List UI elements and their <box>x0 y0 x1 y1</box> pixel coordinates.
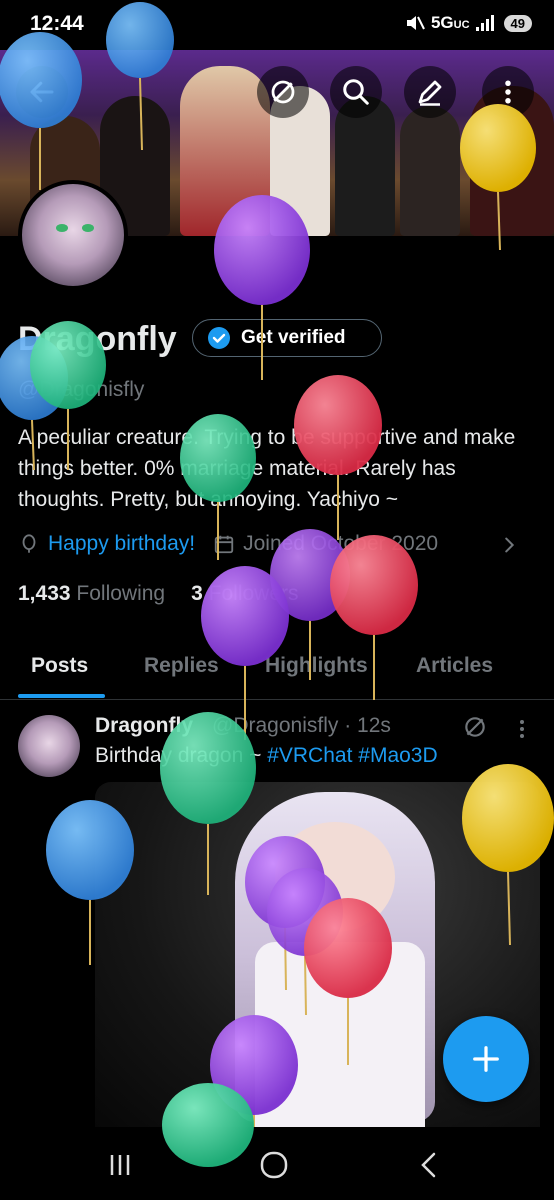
search-button[interactable] <box>330 66 382 118</box>
calendar-icon <box>214 535 234 554</box>
tab-replies[interactable]: Replies <box>144 654 219 678</box>
grok-icon <box>271 80 295 104</box>
post-text: Birthday dragon ~ #VRChat #Mao3D <box>95 744 438 768</box>
joined-date: Joined October 2020 <box>243 532 439 555</box>
post-author-name[interactable]: Dragonfly <box>95 714 193 738</box>
post-text-body: Birthday dragon ~ <box>95 744 268 767</box>
following-link[interactable]: 1,433 Following <box>18 582 165 606</box>
back-chevron-icon[interactable] <box>414 1149 446 1181</box>
back-button[interactable] <box>16 66 68 118</box>
hashtag-link[interactable]: #Mao3D <box>358 744 437 767</box>
profile-meta-row: Happy birthday! Joined October 2020 <box>18 532 438 556</box>
network-label: 5GUC <box>430 13 470 32</box>
home-circle-icon[interactable] <box>258 1149 290 1181</box>
profile-name: Dragonfly <box>18 320 177 358</box>
compose-button[interactable] <box>404 66 456 118</box>
post-author-avatar[interactable] <box>18 715 80 777</box>
banner-figure <box>400 106 460 236</box>
banner-figure <box>335 96 395 236</box>
profile-bio: A peculiar creature. Trying to be suppor… <box>18 426 516 511</box>
pencil-icon <box>418 80 442 106</box>
media-face <box>275 822 395 932</box>
mute-icon <box>406 16 425 30</box>
post-more-icon[interactable] <box>516 717 528 741</box>
plus-icon <box>473 1046 499 1072</box>
status-indicators: 5GUC 49 <box>405 13 532 33</box>
followers-link[interactable]: 3 Followers <box>191 582 298 606</box>
recents-icon[interactable] <box>104 1149 136 1181</box>
get-verified-button[interactable]: Get verified <box>192 319 382 357</box>
chevron-right-icon[interactable] <box>498 534 520 556</box>
active-tab-indicator <box>18 694 105 698</box>
tab-articles[interactable]: Articles <box>416 654 493 678</box>
verified-badge-icon <box>208 327 230 349</box>
profile-handle: @Dragonisfly <box>18 378 145 401</box>
more-options-button[interactable] <box>482 66 534 118</box>
signal-icon <box>475 15 494 31</box>
arrow-left-icon <box>30 81 54 103</box>
compose-fab-button[interactable] <box>443 1016 529 1102</box>
grok-icon[interactable] <box>462 714 488 740</box>
status-bar: 12:44 5GUC 49 <box>0 0 554 50</box>
balloon-icon <box>22 534 36 553</box>
birthday-link[interactable]: Happy birthday! <box>48 532 195 556</box>
grok-button[interactable] <box>257 66 309 118</box>
status-time: 12:44 <box>30 12 84 35</box>
battery-indicator: 49 <box>503 14 532 32</box>
hashtag-link[interactable]: #VRChat <box>267 744 352 767</box>
profile-avatar[interactable] <box>18 180 128 290</box>
search-icon <box>343 79 369 105</box>
post-meta: @Dragonisfly · 12s <box>212 714 391 737</box>
profile-tabs: Posts Replies Highlights Articles <box>0 640 554 700</box>
get-verified-label: Get verified <box>241 327 346 348</box>
tab-highlights[interactable]: Highlights <box>265 654 368 678</box>
tab-posts[interactable]: Posts <box>31 654 88 678</box>
follow-stats: 1,433 Following 3 Followers <box>18 582 299 606</box>
media-body <box>255 942 425 1127</box>
more-vertical-icon <box>505 80 511 104</box>
system-nav-bar <box>0 1127 554 1200</box>
